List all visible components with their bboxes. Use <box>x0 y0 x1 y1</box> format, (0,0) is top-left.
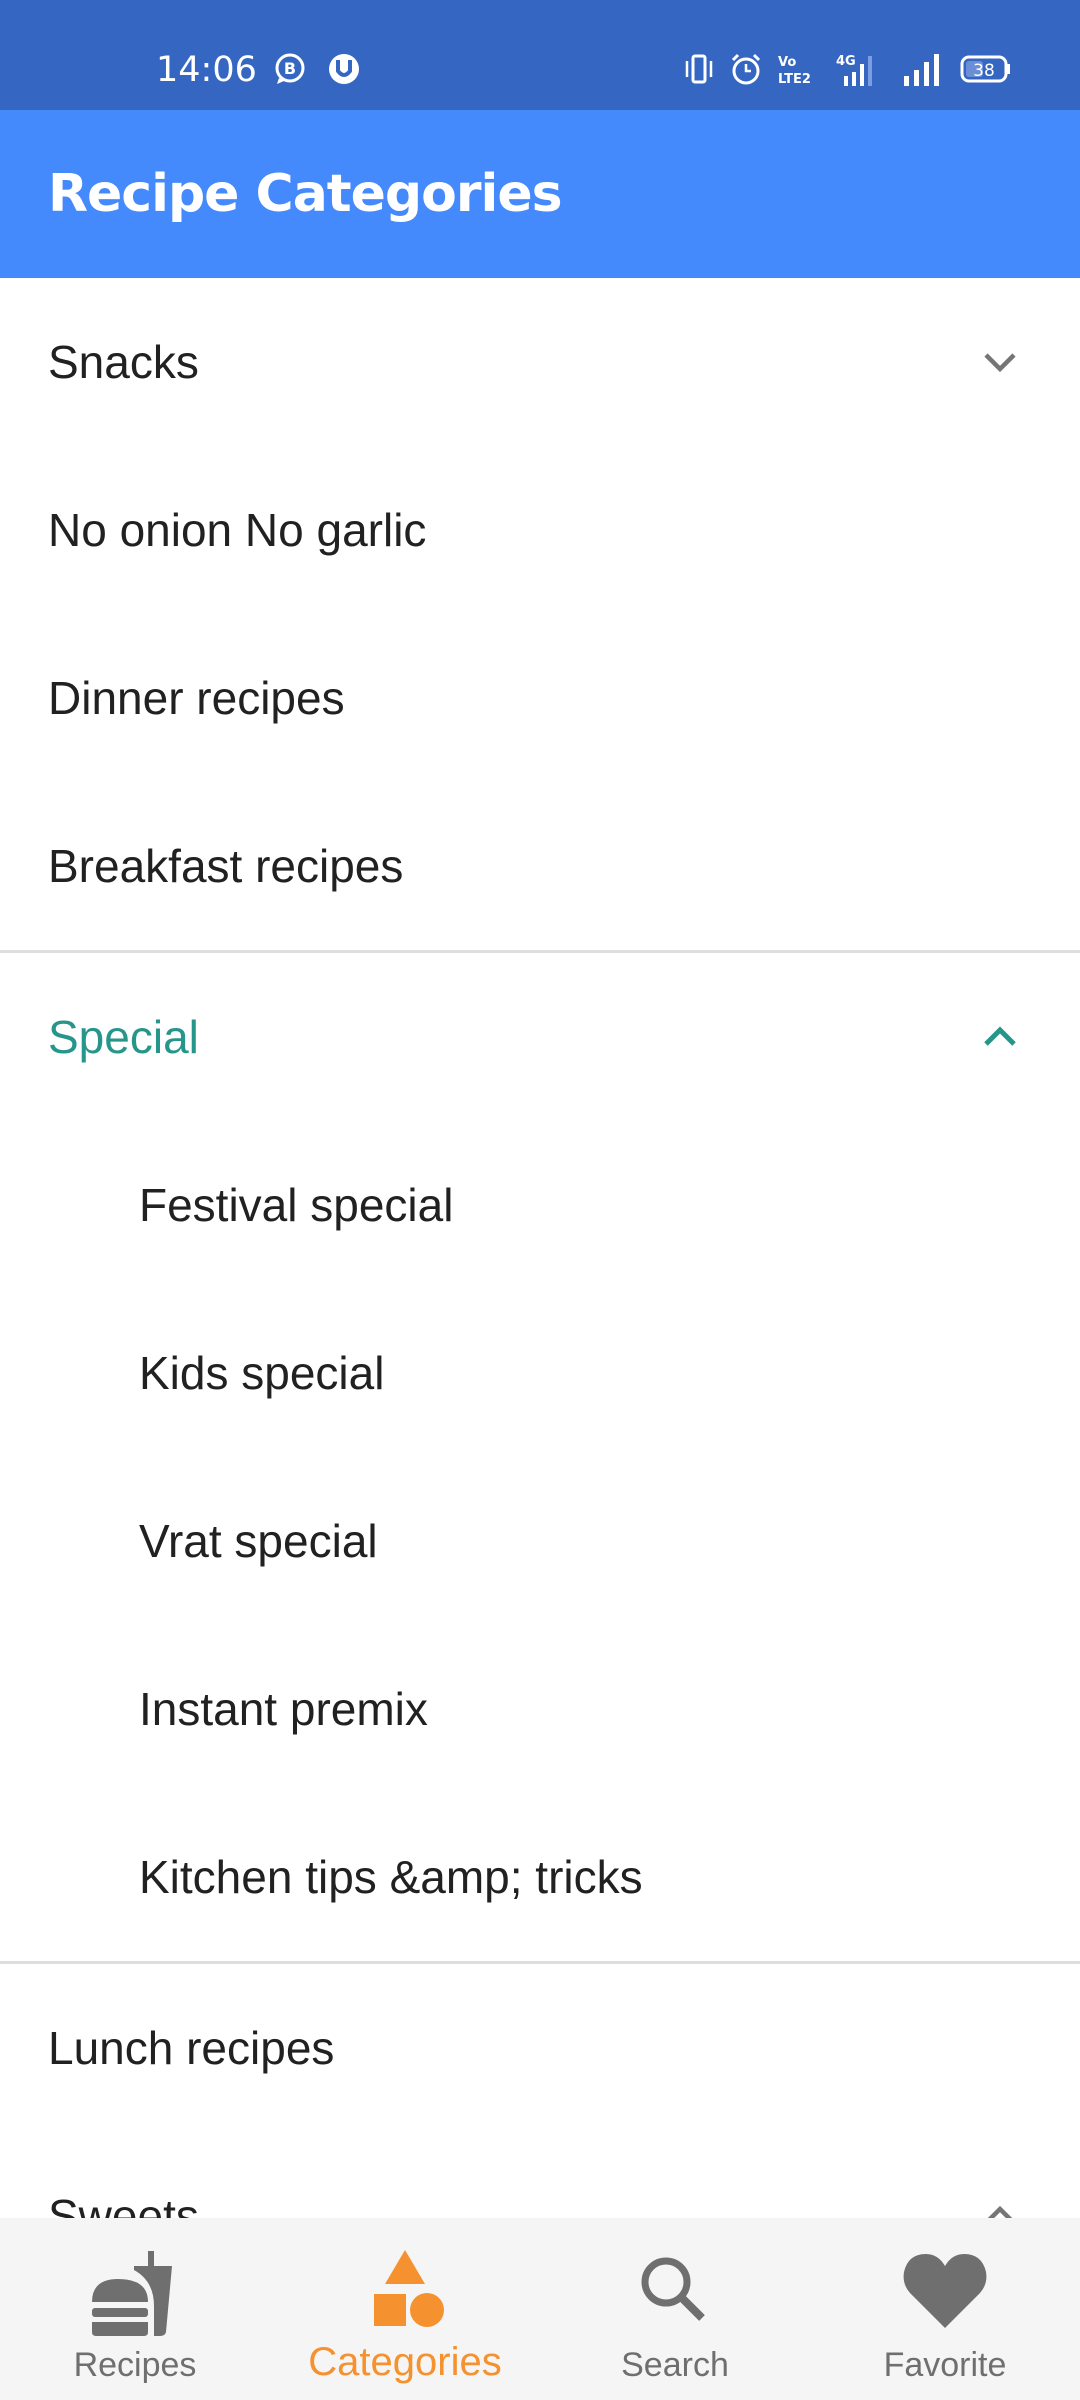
category-lunch-recipes[interactable]: Lunch recipes <box>0 1964 1080 2132</box>
signal-icon <box>900 52 944 86</box>
vibrate-icon <box>682 52 716 86</box>
category-list: Snacks No onion No garlic Dinner recipes… <box>0 278 1080 2218</box>
nav-label: Favorite <box>883 2346 1007 2384</box>
app-bar: Recipe Categories <box>0 110 1080 278</box>
subcategory-instant-premix[interactable]: Instant premix <box>0 1625 1080 1793</box>
subcategory-label: Kids special <box>139 1347 385 1399</box>
category-sweets[interactable]: Sweets <box>0 2132 1080 2218</box>
chevron-up-icon <box>984 1026 1016 1046</box>
heart-icon <box>900 2246 990 2336</box>
category-label: Sweets <box>48 2190 199 2218</box>
nav-label: Categories <box>308 2340 502 2384</box>
category-no-onion-no-garlic[interactable]: No onion No garlic <box>0 446 1080 614</box>
category-label: Lunch recipes <box>48 2022 335 2074</box>
nav-label: Search <box>621 2346 729 2384</box>
bottom-navigation: Recipes Categories Search Favorite <box>0 2218 1080 2400</box>
subcategory-label: Vrat special <box>139 1515 378 1567</box>
category-label: Dinner recipes <box>48 672 345 724</box>
page-title: Recipe Categories <box>48 164 563 224</box>
category-breakfast-recipes[interactable]: Breakfast recipes <box>0 782 1080 950</box>
alarm-icon <box>728 52 764 86</box>
subcategory-vrat-special[interactable]: Vrat special <box>0 1457 1080 1625</box>
chevron-down-icon <box>984 353 1016 373</box>
status-time: 14:06 <box>156 50 257 90</box>
signal-4g-icon: 4G <box>830 52 878 86</box>
svg-text:38: 38 <box>973 61 995 81</box>
category-shapes-icon <box>360 2246 450 2336</box>
b-chat-icon: B <box>272 52 308 86</box>
subcategory-festival-special[interactable]: Festival special <box>0 1121 1080 1289</box>
nav-search[interactable]: Search <box>540 2218 810 2400</box>
category-label: Snacks <box>48 336 199 388</box>
category-snacks[interactable]: Snacks <box>0 278 1080 446</box>
nav-categories[interactable]: Categories <box>270 2218 540 2400</box>
nav-label: Recipes <box>73 2346 197 2384</box>
volte-icon: Vo LTE2 <box>776 52 816 86</box>
subcategory-label: Kitchen tips &amp; tricks <box>139 1851 643 1903</box>
category-label: No onion No garlic <box>48 504 427 556</box>
subcategory-label: Instant premix <box>139 1683 428 1735</box>
nav-recipes[interactable]: Recipes <box>0 2218 270 2400</box>
utorrent-icon <box>326 52 362 86</box>
svg-text:LTE2: LTE2 <box>778 72 811 86</box>
category-special[interactable]: Special <box>0 953 1080 1121</box>
category-label: Breakfast recipes <box>48 840 404 892</box>
fastfood-icon <box>90 2246 180 2336</box>
status-bar: 14:06 B Vo LTE2 4G 38 <box>0 0 1080 110</box>
svg-text:B: B <box>284 59 296 78</box>
nav-favorite[interactable]: Favorite <box>810 2218 1080 2400</box>
category-label: Special <box>48 1011 199 1063</box>
chevron-up-icon <box>987 2205 1013 2218</box>
subcategory-label: Festival special <box>139 1179 454 1231</box>
svg-text:Vo: Vo <box>778 55 796 70</box>
category-dinner-recipes[interactable]: Dinner recipes <box>0 614 1080 782</box>
subcategory-kitchen-tips[interactable]: Kitchen tips &amp; tricks <box>0 1793 1080 1961</box>
battery-icon: 38 <box>960 52 1012 86</box>
svg-text:4G: 4G <box>836 54 856 69</box>
search-icon <box>630 2246 720 2336</box>
subcategory-kids-special[interactable]: Kids special <box>0 1289 1080 1457</box>
